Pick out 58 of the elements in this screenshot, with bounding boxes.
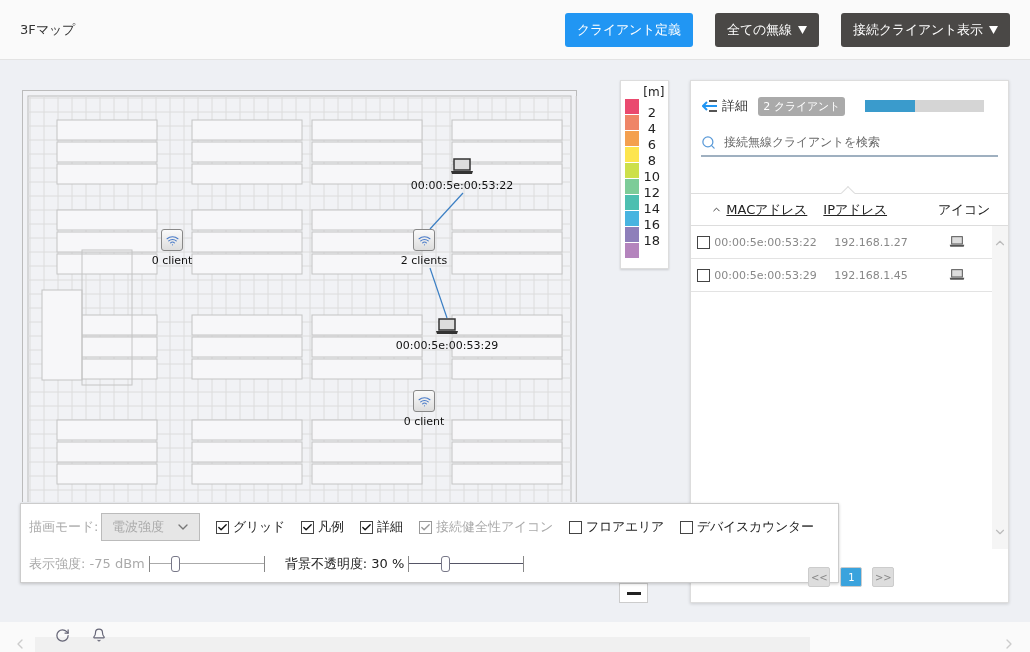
legend-label: 12: [642, 186, 662, 199]
option-checkbox[interactable]: グリッド: [216, 518, 285, 536]
access-point-label: 0 client: [151, 254, 193, 267]
slider[interactable]: [148, 556, 265, 572]
slider-thumb[interactable]: [440, 556, 450, 572]
legend-label: 8: [646, 154, 657, 167]
access-point-icon[interactable]: [161, 229, 183, 251]
table-cell-text: 00:00:5e:00:53:22: [714, 235, 818, 249]
laptop-icon: [949, 269, 966, 281]
laptop-icon: [450, 158, 474, 176]
slider-label: 背景不透明度: 30 %: [284, 555, 405, 573]
client-label: 00:00:5e:00:53:22: [410, 179, 514, 192]
page-title: 3Fマップ: [20, 20, 77, 39]
column-header[interactable]: アイコン: [938, 200, 991, 219]
connection-line: [429, 192, 464, 230]
minus-icon: [626, 591, 641, 595]
access-point-label: 0 client: [403, 415, 445, 428]
slider[interactable]: [408, 556, 525, 572]
access-point-icon[interactable]: [413, 390, 435, 412]
legend-label: 4: [646, 122, 657, 135]
legend-label: 6: [646, 138, 657, 151]
dropdown-button[interactable]: 接続クライアント表示: [841, 12, 1010, 47]
option-checkbox[interactable]: 凡例: [301, 518, 344, 536]
slider-label: 表示強度: -75 dBm: [29, 555, 145, 573]
legend-label: 14: [642, 202, 662, 215]
option-checkbox[interactable]: フロアエリア: [569, 518, 664, 536]
panel-title: 詳細: [722, 97, 749, 115]
mode-label: 描画モード:: [29, 518, 99, 536]
access-point-label: 2 clients: [400, 254, 448, 267]
collapse-icon[interactable]: [702, 100, 719, 112]
option-checkbox[interactable]: デバイスカウンター: [680, 518, 814, 536]
connection-line: [429, 267, 448, 319]
row-checkbox[interactable]: [697, 268, 711, 282]
search-icon: [701, 134, 717, 150]
refresh-icon[interactable]: [55, 628, 70, 643]
access-point-icon[interactable]: [413, 229, 435, 251]
column-header[interactable]: IPアドレス: [823, 200, 888, 219]
table-cell-text: 192.168.1.45: [834, 268, 909, 282]
caret-icon: [798, 25, 807, 34]
legend-label: 2: [646, 106, 657, 119]
option-checkbox[interactable]: 詳細: [360, 518, 403, 536]
client-count-badge: 2 クライアント: [758, 96, 845, 116]
legend-unit: [m]: [642, 85, 665, 99]
client-label: 00:00:5e:00:53:29: [395, 339, 499, 352]
legend-label: 16: [642, 218, 662, 231]
column-header[interactable]: MACアドレス: [726, 200, 808, 219]
caret-icon: [989, 25, 998, 34]
row-checkbox[interactable]: [697, 235, 711, 249]
laptop-icon: [949, 236, 966, 248]
dropdown-button[interactable]: 全ての無線: [715, 12, 819, 47]
zoom-out-button[interactable]: [619, 583, 648, 603]
bell-icon[interactable]: [92, 628, 106, 642]
table-cell-text: 192.168.1.27: [834, 235, 909, 249]
table-cell-text: 00:00:5e:00:53:29: [714, 268, 818, 282]
laptop-icon: [435, 318, 459, 336]
search-field[interactable]: 接続無線クライアントを検索: [722, 134, 998, 150]
legend-label: 10: [642, 170, 662, 183]
legend-label: 18: [642, 234, 662, 247]
